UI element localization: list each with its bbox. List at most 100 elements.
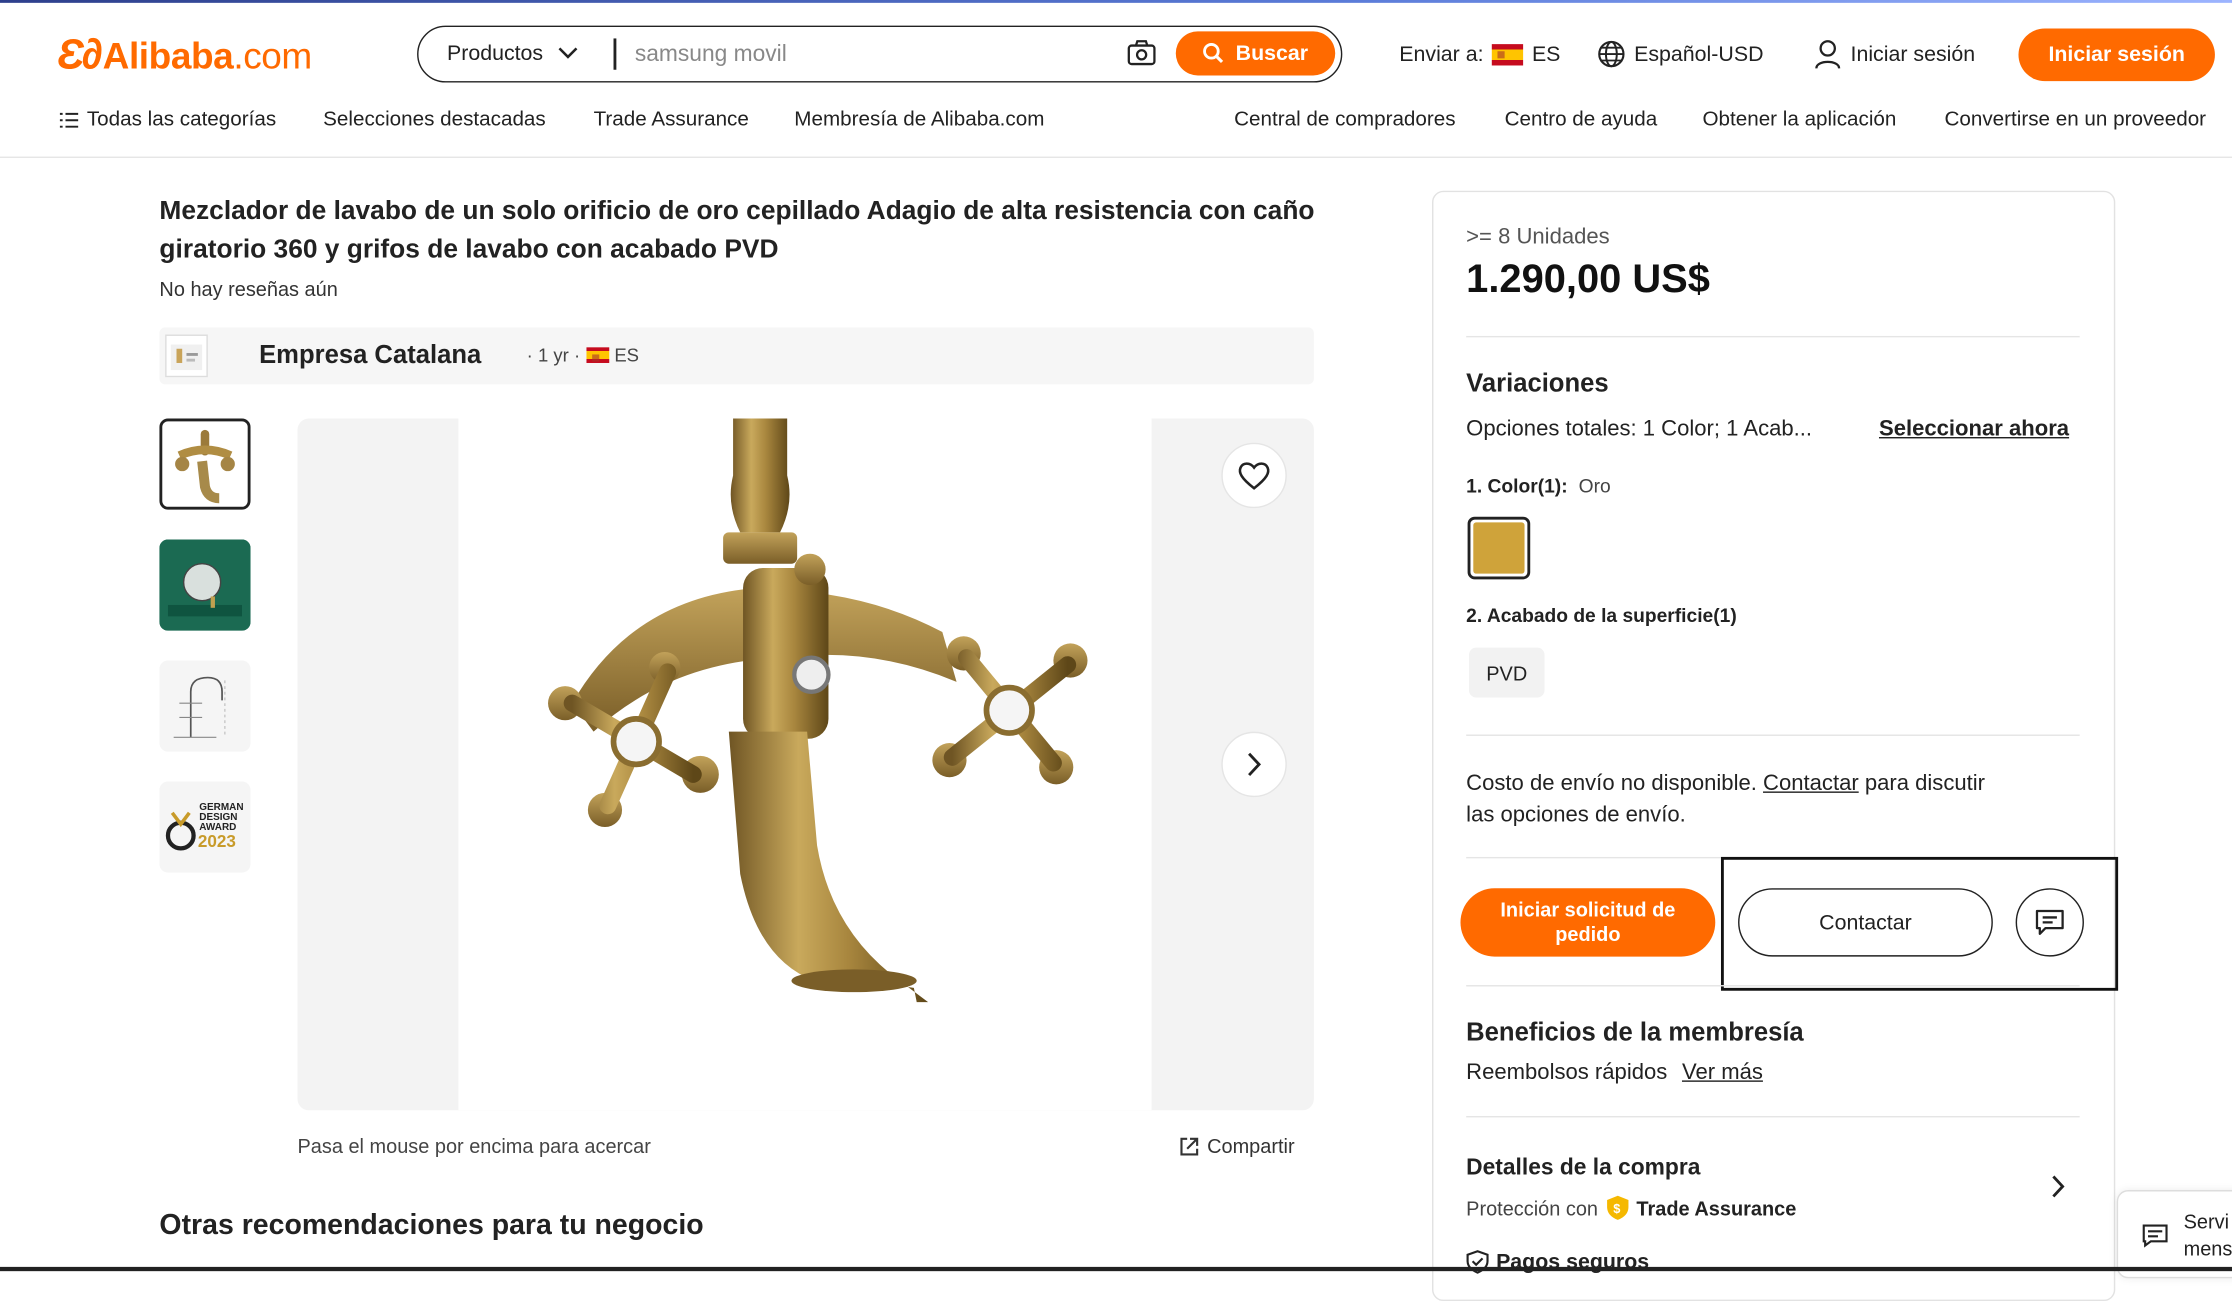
color-swatch-fill (1473, 522, 1525, 574)
header-divider (0, 156, 2232, 159)
spain-flag-icon (1492, 43, 1524, 65)
faucet-thumbnail-image (175, 429, 235, 504)
variations-title: Variaciones (1466, 368, 1609, 398)
select-now-link[interactable]: Seleccionar ahora (1879, 417, 2069, 443)
nav-buyer-central[interactable]: Central de compradores (1234, 108, 1455, 131)
protection-prefix: Protección con (1466, 1196, 1599, 1220)
svg-text:2023: 2023 (198, 832, 236, 851)
shipping-contact-link[interactable]: Contactar (1763, 772, 1859, 796)
nav-become-supplier[interactable]: Convertirse en un proveedor (1944, 108, 2206, 131)
chat-button[interactable] (2015, 888, 2084, 957)
svg-text:$: $ (1613, 1201, 1620, 1216)
nav-featured[interactable]: Selecciones destacadas (323, 108, 546, 131)
supplier-bar: Empresa Catalana · 1 yr · ES (159, 327, 1314, 385)
shipping-prefix: Costo de envío no disponible. (1466, 771, 1757, 796)
service-widget[interactable]: Servi mens (2116, 1190, 2232, 1279)
zoom-hint: Pasa el mouse por encima para acercar (297, 1134, 651, 1158)
alibaba-logo[interactable]: Ɛ∂ Alibaba.com (57, 31, 312, 79)
heart-icon (1238, 462, 1270, 490)
contact-button[interactable]: Contactar (1738, 888, 1993, 957)
favorite-button[interactable] (1221, 442, 1287, 509)
share-button[interactable]: Compartir (1179, 1134, 1295, 1158)
sign-in-link-label: Iniciar sesión (1850, 41, 1976, 67)
thumbnail-2[interactable] (159, 539, 251, 631)
chat-icon (2035, 909, 2064, 935)
sign-in-button[interactable]: Iniciar sesión (2018, 28, 2215, 82)
service-widget-text: Servi mens (2183, 1209, 2232, 1260)
product-image-frame (458, 418, 1152, 1111)
color-swatch-gold[interactable] (1467, 516, 1531, 580)
language-label: Español-USD (1634, 41, 1764, 67)
options-summary: Opciones totales: 1 Color; 1 Acab... (1466, 417, 1813, 442)
user-icon (1815, 40, 1841, 69)
start-order-label: Iniciar solicitud de pedido (1500, 898, 1676, 946)
start-order-button[interactable]: Iniciar solicitud de pedido (1460, 888, 1716, 957)
recommendations-title: Otras recomendaciones para tu negocio (159, 1209, 704, 1242)
thumbnail-4[interactable]: GERMAN DESIGN AWARD 2023 (159, 781, 251, 873)
search-button[interactable]: Buscar (1175, 31, 1336, 76)
search-input[interactable] (632, 32, 1108, 79)
chevron-down-icon (557, 47, 577, 59)
ship-to-selector[interactable]: Enviar a: ES (1399, 40, 1560, 68)
chevron-right-icon (1248, 752, 1262, 777)
trade-assurance-brand: Trade Assurance (1636, 1196, 1797, 1220)
price: 1.290,00 US$ (1466, 256, 1710, 301)
supplier-name[interactable]: Empresa Catalana (259, 340, 481, 370)
nav-get-app[interactable]: Obtener la aplicación (1702, 108, 1896, 131)
top-accent-line (0, 0, 2232, 3)
spain-flag-icon (585, 347, 609, 363)
color-label: 1. Color(1): (1466, 475, 1568, 497)
nav-membership[interactable]: Membresía de Alibaba.com (794, 108, 1044, 131)
shipping-suffix: para discutir (1864, 771, 1986, 796)
search-category-label: Productos (446, 41, 544, 66)
language-selector[interactable]: Español-USD (1597, 40, 1764, 68)
min-quantity: >= 8 Unidades (1466, 224, 1610, 250)
ship-to-country: ES (1531, 41, 1561, 67)
ship-to-label: Enviar a: (1399, 41, 1484, 67)
shipping-suffix-2: las opciones de envío. (1466, 802, 1686, 828)
brass-faucet-image (548, 418, 1088, 1003)
thumbnail-1[interactable] (159, 418, 251, 510)
share-icon (1180, 1136, 1199, 1155)
panel-divider (1466, 1116, 2080, 1118)
search-icon (1203, 42, 1224, 64)
benefits-text: Reembolsos rápidos (1466, 1060, 1668, 1085)
camera-search-icon[interactable] (1127, 40, 1156, 66)
supplier-meta: · 1 yr · ES (527, 344, 639, 365)
all-categories-menu[interactable]: Todas las categorías (59, 108, 277, 131)
trade-assurance-protection: Protección con $ Trade Assurance (1466, 1194, 1796, 1221)
share-label: Compartir (1207, 1134, 1295, 1158)
product-title: Mezclador de lavabo de un solo orificio … (159, 195, 1315, 263)
green-sink-thumbnail-image (159, 539, 251, 631)
next-image-button[interactable] (1221, 731, 1287, 798)
chevron-right-icon[interactable] (2051, 1174, 2065, 1205)
color-option-label: 1. Color(1): Oro (1466, 475, 1611, 496)
message-icon (2142, 1224, 2168, 1248)
german-design-award-badge: GERMAN DESIGN AWARD 2023 (165, 802, 244, 851)
panel-divider (1466, 734, 2080, 736)
sign-in-link[interactable]: Iniciar sesión (1814, 40, 1976, 69)
thumbnail-3[interactable] (159, 660, 251, 752)
technical-drawing-thumbnail-image (173, 676, 226, 738)
finish-label: 2. Acabado de la superficie(1) (1466, 604, 1737, 627)
purchase-details-title[interactable]: Detalles de la compra (1466, 1156, 1700, 1182)
product-gallery[interactable] (297, 418, 1314, 1111)
finish-option-pvd[interactable]: PVD (1469, 647, 1545, 698)
nav-trade-assurance[interactable]: Trade Assurance (594, 108, 749, 131)
logo-wordmark: Alibaba.com (102, 33, 313, 77)
supplier-logo[interactable] (165, 334, 208, 378)
search-bar: Productos Buscar (417, 25, 1343, 83)
globe-icon (1598, 40, 1625, 68)
see-more-link[interactable]: Ver más (1682, 1060, 1763, 1084)
all-categories-label: Todas las categorías (86, 108, 277, 131)
search-button-label: Buscar (1235, 41, 1309, 66)
shipping-info: Costo de envío no disponible. Contactar … (1466, 769, 2078, 832)
panel-divider (1466, 335, 2080, 338)
nav-help-center[interactable]: Centro de ayuda (1505, 108, 1658, 131)
reviews-status: No hay reseñas aún (159, 277, 338, 301)
purchase-panel (1432, 190, 2116, 1301)
search-category-select[interactable]: Productos (447, 27, 577, 80)
shield-dollar-icon: $ (1606, 1195, 1628, 1220)
supplier-country: ES (614, 344, 640, 366)
color-value: Oro (1578, 475, 1611, 497)
